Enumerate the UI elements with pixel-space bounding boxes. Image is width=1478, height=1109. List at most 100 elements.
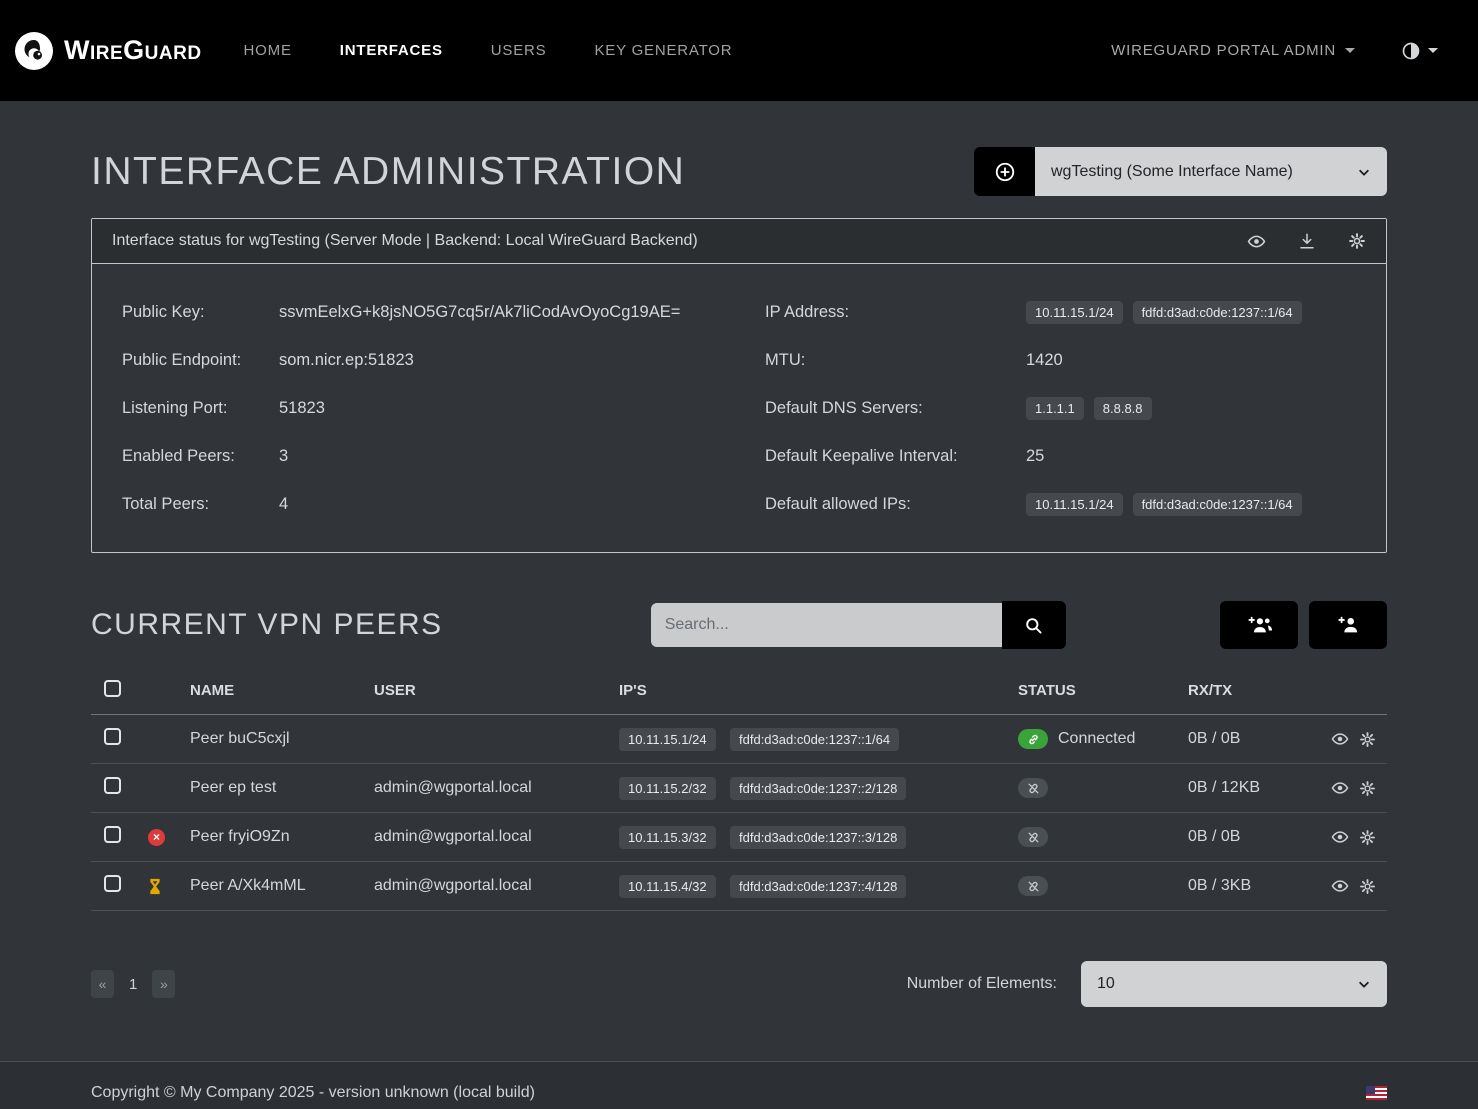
gear-icon (1359, 878, 1376, 895)
half-circle-icon (1401, 41, 1421, 61)
brand[interactable]: WireGuard (14, 31, 202, 71)
row-checkbox[interactable] (104, 875, 121, 892)
us-flag-icon[interactable] (1366, 1086, 1387, 1100)
user-plus-icon (1335, 614, 1361, 636)
pagination-current-page[interactable]: 1 (121, 976, 145, 993)
select-all-checkbox[interactable] (104, 680, 121, 697)
add-interface-button[interactable] (974, 147, 1035, 196)
pagination-prev-button[interactable]: « (91, 970, 114, 998)
peers-table-header: NAME USER IP'S STATUS RX/TX (91, 667, 1387, 715)
column-rxtx: RX/TX (1188, 682, 1331, 699)
field-label: Default Keepalive Interval: (765, 447, 1026, 466)
interface-details-left: Public Key: ssvmEelxG+k8jsNO5G7cq5r/Ak7l… (122, 288, 765, 528)
field-label: IP Address: (765, 303, 1026, 322)
download-interface-config-button[interactable] (1298, 232, 1316, 250)
peer-user: admin@wgportal.local (374, 779, 619, 797)
show-peer-button[interactable] (1331, 779, 1349, 797)
show-peer-button[interactable] (1331, 877, 1349, 895)
peer-ips: 10.11.15.1/24 fdfd:d3ad:c0de:1237::1/64 (619, 728, 1018, 751)
eye-icon (1331, 730, 1349, 748)
show-interface-config-button[interactable] (1247, 232, 1266, 251)
peers-table: NAME USER IP'S STATUS RX/TX Peer buC5cxj… (91, 667, 1387, 911)
field-label: Public Key: (122, 303, 279, 322)
status-label: Connected (1058, 730, 1135, 748)
pagination-next-button[interactable]: » (152, 970, 175, 998)
field-label: Public Endpoint: (122, 351, 279, 370)
main-nav: HOME INTERFACES USERS KEY GENERATOR (244, 42, 733, 59)
ip-badge: fdfd:d3ad:c0de:1237::2/128 (730, 777, 906, 800)
nav-users[interactable]: USERS (491, 42, 547, 59)
nav-key-generator[interactable]: KEY GENERATOR (594, 42, 732, 59)
ip-badge: fdfd:d3ad:c0de:1237::3/128 (730, 826, 906, 849)
elements-select[interactable]: 10 (1081, 961, 1387, 1007)
field-value: 1420 (1026, 351, 1063, 370)
peer-name: Peer ep test (190, 779, 374, 797)
field-dns-servers: Default DNS Servers: 1.1.1.1 8.8.8.8 (765, 384, 1356, 432)
pending-hourglass-icon (148, 878, 190, 895)
chevron-down-icon (1357, 165, 1371, 179)
field-label: Total Peers: (122, 495, 279, 514)
field-label: Listening Port: (122, 399, 279, 418)
field-public-key: Public Key: ssvmEelxG+k8jsNO5G7cq5r/Ak7l… (122, 288, 765, 336)
add-peer-button[interactable] (1309, 601, 1387, 649)
field-ip-address: IP Address: 10.11.15.1/24 fdfd:d3ad:c0de… (765, 288, 1356, 336)
expired-icon: × (148, 829, 165, 846)
field-value: ssvmEelxG+k8jsNO5G7cq5r/Ak7liCodAvOyoCg1… (279, 303, 680, 322)
nav-interfaces[interactable]: INTERFACES (340, 42, 443, 59)
field-value: 25 (1026, 447, 1044, 466)
ip-badge: fdfd:d3ad:c0de:1237::1/64 (1133, 493, 1302, 516)
theme-toggle[interactable] (1401, 41, 1438, 61)
user-menu[interactable]: WIREGUARD PORTAL ADMIN (1111, 42, 1355, 59)
eye-icon (1331, 828, 1349, 846)
field-listening-port: Listening Port: 51823 (122, 384, 765, 432)
eye-icon (1331, 779, 1349, 797)
edit-peer-button[interactable] (1359, 780, 1376, 797)
peer-row: Peer A/Xk4mML admin@wgportal.local 10.11… (91, 862, 1387, 911)
peer-ips: 10.11.15.3/32 fdfd:d3ad:c0de:1237::3/128 (619, 826, 1018, 849)
peer-row: × Peer fryiO9Zn admin@wgportal.local 10.… (91, 813, 1387, 862)
edit-peer-button[interactable] (1359, 829, 1376, 846)
copyright-text: Copyright © My Company 2025 - version un… (91, 1084, 535, 1102)
field-enabled-peers: Enabled Peers: 3 (122, 432, 765, 480)
interface-select[interactable]: wgTesting (Some Interface Name) (1035, 147, 1387, 196)
search-icon (1024, 616, 1043, 635)
column-user: USER (374, 682, 619, 699)
row-checkbox[interactable] (104, 826, 121, 843)
field-value: som.nicr.ep:51823 (279, 351, 414, 370)
edit-peer-button[interactable] (1359, 878, 1376, 895)
column-ips: IP'S (619, 682, 1018, 699)
field-label: Enabled Peers: (122, 447, 279, 466)
show-peer-button[interactable] (1331, 730, 1349, 748)
ip-badge: 10.11.15.1/24 (1026, 301, 1123, 324)
field-value: 4 (279, 495, 288, 514)
brand-name: WireGuard (64, 35, 202, 66)
row-checkbox[interactable] (104, 728, 121, 745)
peer-status (1018, 778, 1188, 798)
navbar: WireGuard HOME INTERFACES USERS KEY GENE… (0, 0, 1478, 101)
chevron-down-icon (1428, 48, 1438, 53)
peer-user: admin@wgportal.local (374, 877, 619, 895)
search-input[interactable] (651, 603, 1002, 647)
main-content: INTERFACE ADMINISTRATION wgTesting (Some… (0, 147, 1478, 1007)
user-group-plus-icon (1244, 614, 1274, 636)
peer-name: Peer buC5cxjl (190, 730, 374, 748)
ip-badge: 10.11.15.1/24 (1026, 493, 1123, 516)
chevron-down-icon (1357, 977, 1371, 991)
field-label: MTU: (765, 351, 1026, 370)
edit-interface-button[interactable] (1348, 232, 1366, 250)
edit-peer-button[interactable] (1359, 731, 1376, 748)
navbar-right: WIREGUARD PORTAL ADMIN (1111, 41, 1438, 61)
show-peer-button[interactable] (1331, 828, 1349, 846)
add-multiple-peers-button[interactable] (1220, 601, 1298, 649)
plus-circle-icon (994, 161, 1016, 183)
gear-icon (1359, 731, 1376, 748)
peer-name: Peer fryiO9Zn (190, 828, 374, 846)
search-button[interactable] (1002, 601, 1066, 649)
peer-row: Peer ep test admin@wgportal.local 10.11.… (91, 764, 1387, 813)
interface-select-value: wgTesting (Some Interface Name) (1051, 163, 1293, 181)
link-slash-icon (1018, 778, 1048, 798)
peer-ips: 10.11.15.2/32 fdfd:d3ad:c0de:1237::2/128 (619, 777, 1018, 800)
nav-home[interactable]: HOME (244, 42, 292, 59)
field-value: 51823 (279, 399, 325, 418)
row-checkbox[interactable] (104, 777, 121, 794)
